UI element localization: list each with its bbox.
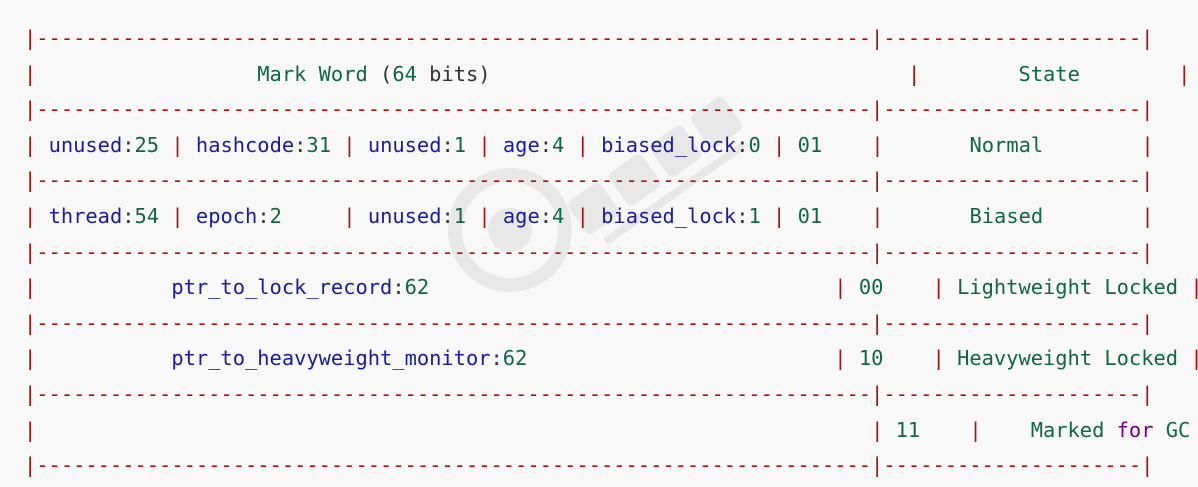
mark-word-header: Mark Word (257, 61, 368, 86)
table-header-row: | Mark Word (64 bits) | State | (24, 61, 1191, 86)
lock-bits: 00 (858, 275, 884, 300)
table-separator: |---------------------------------------… (24, 97, 1154, 122)
lock-bits: 01 (797, 132, 823, 157)
lock-bits: 11 (895, 417, 921, 442)
mark-word-layout-table: |---------------------------------------… (24, 21, 1198, 484)
table-separator: |---------------------------------------… (24, 239, 1154, 264)
table-row-marked-gc: | | 11 | Marked for GC | (24, 417, 1191, 442)
table-separator: |---------------------------------------… (24, 168, 1154, 193)
table-row-normal: | unused:25 | hashcode:31 | unused:1 | a… (24, 132, 1154, 157)
state-label: Marked (1030, 417, 1105, 442)
table-row-lightweight: | ptr_to_lock_record:62 | 00 | Lightweig… (24, 275, 1198, 300)
table-separator: |---------------------------------------… (24, 310, 1154, 335)
state-label: Heavyweight Locked (957, 346, 1179, 371)
state-label: Normal (969, 132, 1044, 157)
lock-bits: 01 (797, 203, 823, 228)
state-label: Lightweight Locked (957, 275, 1179, 300)
state-header: State (1018, 61, 1080, 86)
table-row-heavyweight: | ptr_to_heavyweight_monitor:62 | 10 | H… (24, 346, 1198, 371)
table-separator: |---------------------------------------… (24, 381, 1154, 406)
table-separator: |---------------------------------------… (24, 453, 1154, 478)
table-separator: |---------------------------------------… (24, 26, 1154, 50)
lock-bits: 10 (858, 346, 884, 371)
state-label: Biased (969, 203, 1044, 228)
table-row-biased: | thread:54 | epoch:2 | unused:1 | age:4… (24, 203, 1154, 228)
